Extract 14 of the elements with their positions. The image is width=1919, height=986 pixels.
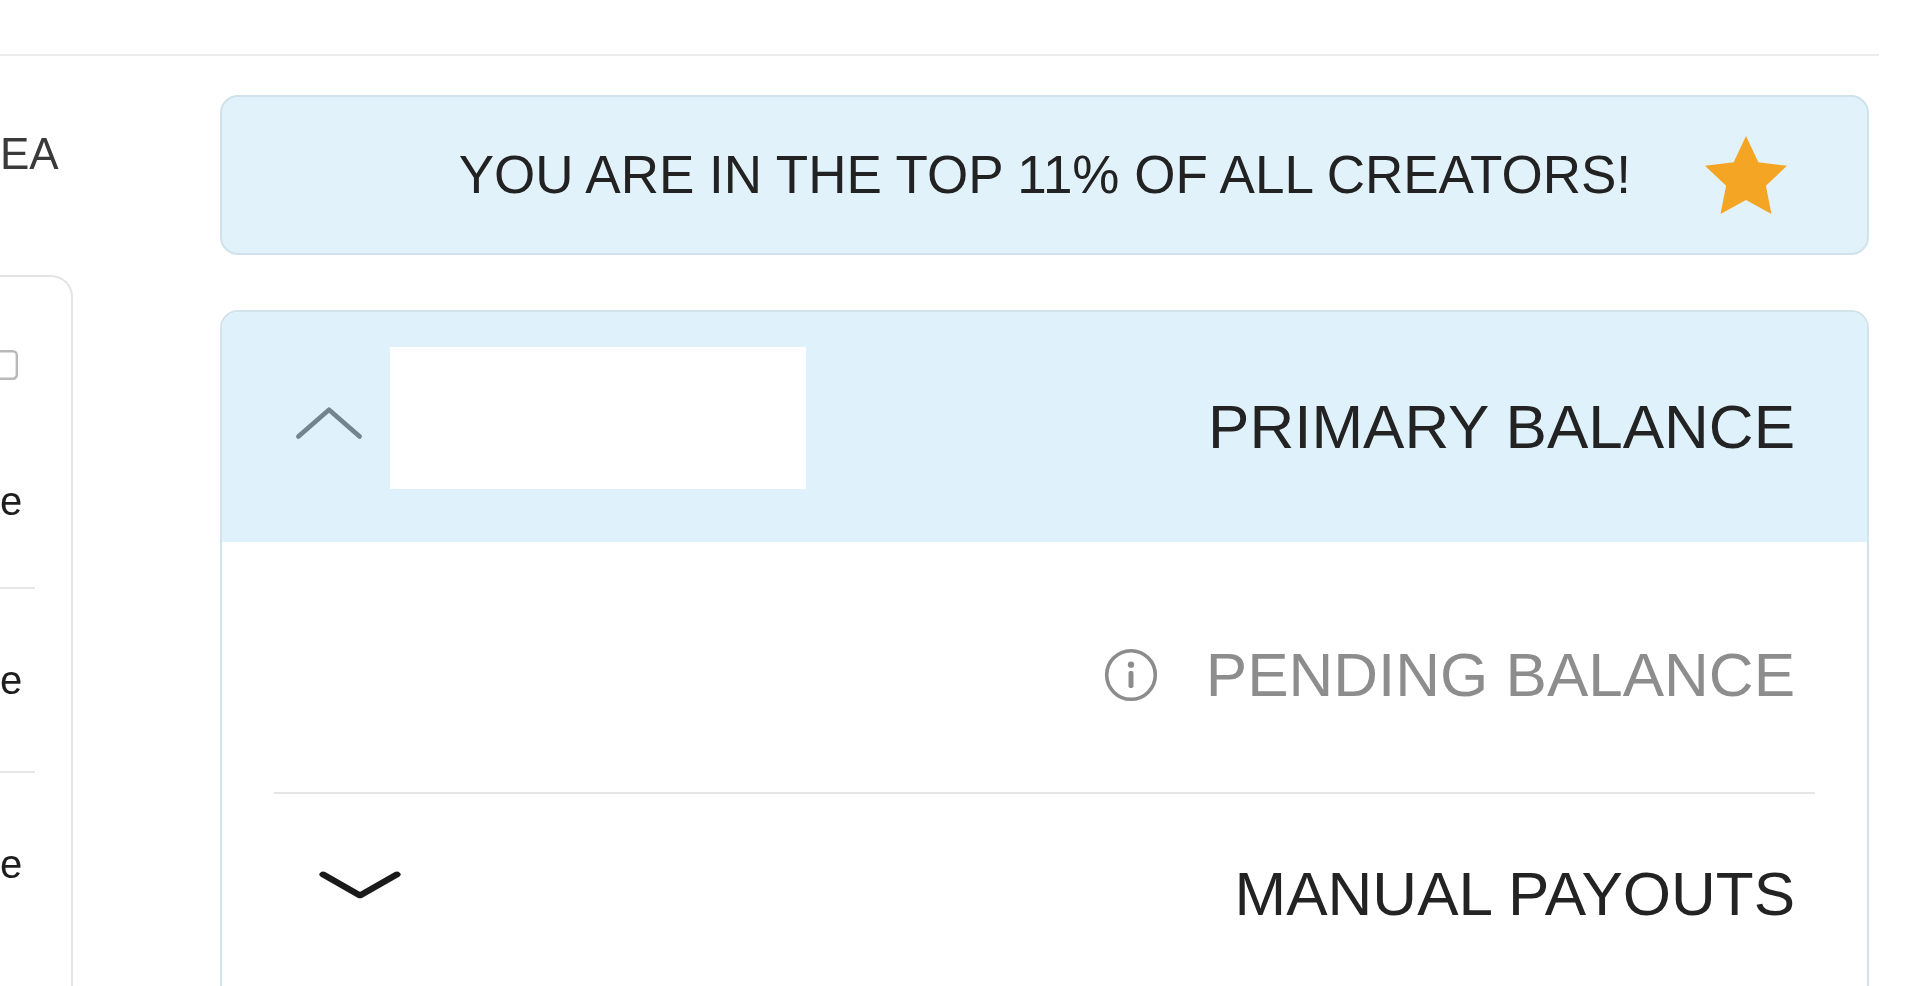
list-item-text[interactable]: e	[0, 479, 23, 524]
list-item-text[interactable]: e	[0, 842, 23, 887]
info-icon[interactable]	[1103, 648, 1158, 702]
box-outline-icon	[0, 350, 18, 381]
chevron-up-icon[interactable]	[294, 404, 364, 440]
balance-title: PRIMARY BALANCE	[1208, 391, 1795, 463]
star-icon	[1705, 136, 1787, 214]
section-heading: EA	[0, 130, 59, 179]
list-item-text[interactable]: e	[0, 658, 23, 703]
banner-text: YOU ARE IN THE TOP 11% OF ALL CREATORS!	[458, 144, 1631, 206]
balance-header[interactable]: PRIMARY BALANCE	[222, 312, 1867, 542]
chevron-down-icon[interactable]	[318, 870, 402, 900]
row-label: PENDING BALANCE	[1205, 639, 1795, 711]
row-label: MANUAL PAYOUTS	[1234, 858, 1795, 930]
